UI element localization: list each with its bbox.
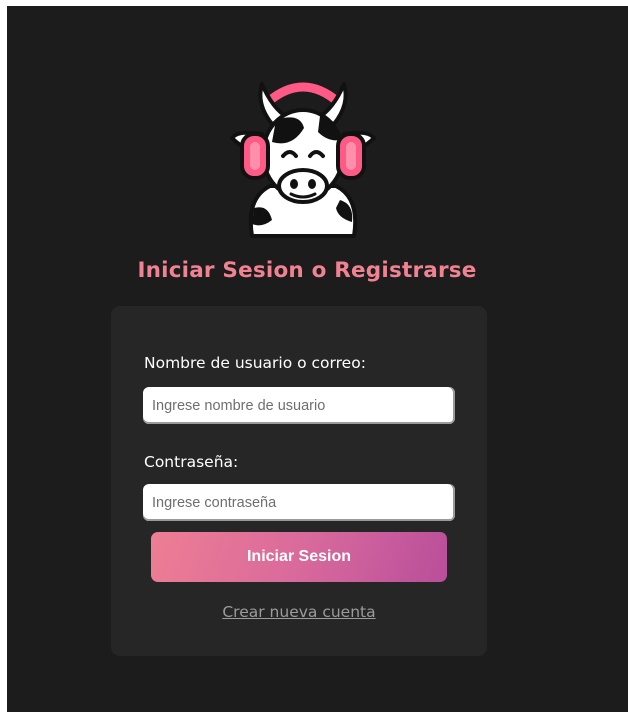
login-button[interactable]: Iniciar Sesion xyxy=(151,532,447,582)
login-page: Iniciar Sesion o Registrarse Nombre de u… xyxy=(7,6,628,712)
password-label: Contraseña: xyxy=(144,453,239,471)
login-card: Nombre de usuario o correo: Contraseña: … xyxy=(111,306,487,656)
cow-headphones-icon xyxy=(230,82,376,238)
password-input[interactable] xyxy=(143,484,455,521)
username-label: Nombre de usuario o correo: xyxy=(144,354,366,372)
username-input[interactable] xyxy=(143,387,455,424)
page-title: Iniciar Sesion o Registrarse xyxy=(137,258,477,283)
create-account-link[interactable]: Crear nueva cuenta xyxy=(111,603,487,621)
